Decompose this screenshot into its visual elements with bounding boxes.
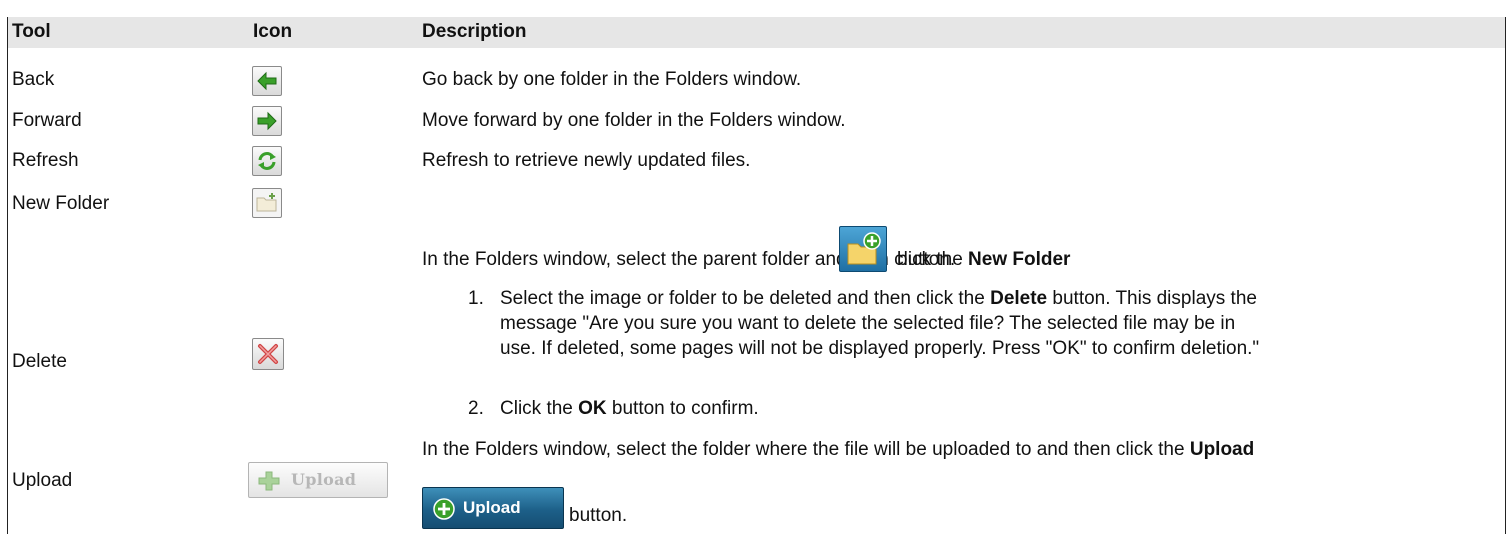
step-text: Select the image or folder to be deleted… xyxy=(500,288,1257,309)
table-header-row: Tool Icon Description xyxy=(8,17,1505,48)
header-icon: Icon xyxy=(253,21,293,42)
tool-description: In the Folders window, select the folder… xyxy=(422,439,1255,460)
tool-description-end: button. xyxy=(897,249,956,270)
table-right-border xyxy=(1505,17,1506,534)
new-folder-button-image xyxy=(839,226,887,272)
upload-icon: Upload xyxy=(248,462,388,498)
forward-arrow-icon xyxy=(252,106,282,136)
tool-description: Move forward by one folder in the Folder… xyxy=(422,110,846,131)
header-description: Description xyxy=(422,21,527,42)
step-text-line: message "Are you sure you want to delete… xyxy=(500,313,1236,334)
tool-name: Upload xyxy=(12,470,73,491)
new-folder-icon xyxy=(252,188,282,218)
tool-name: Delete xyxy=(12,351,67,372)
back-arrow-icon xyxy=(252,66,282,96)
step-number: 1. xyxy=(468,288,484,309)
refresh-icon xyxy=(252,146,282,176)
tool-description: Go back by one folder in the Folders win… xyxy=(422,69,802,90)
table-left-border xyxy=(7,17,8,534)
upload-button-image: Upload xyxy=(422,487,564,529)
tool-name: Refresh xyxy=(12,150,79,171)
delete-icon xyxy=(252,338,284,370)
upload-icon-label: Upload xyxy=(291,470,357,489)
step-text-line: use. If deleted, some pages will not be … xyxy=(500,338,1260,359)
tool-description-end: button. xyxy=(569,505,628,526)
tool-description: Refresh to retrieve newly updated files. xyxy=(422,150,751,171)
tool-description: In the Folders window, select the parent… xyxy=(422,249,1071,270)
tool-name: Back xyxy=(12,69,55,90)
tool-name: New Folder xyxy=(12,193,110,214)
upload-button-label: Upload xyxy=(463,498,521,517)
tool-name: Forward xyxy=(12,110,82,131)
step-text: Click the OK button to confirm. xyxy=(500,398,759,419)
tools-table: Tool Icon Description Back Go back by on… xyxy=(0,0,1508,534)
header-tool: Tool xyxy=(12,21,51,42)
step-number: 2. xyxy=(468,398,484,419)
